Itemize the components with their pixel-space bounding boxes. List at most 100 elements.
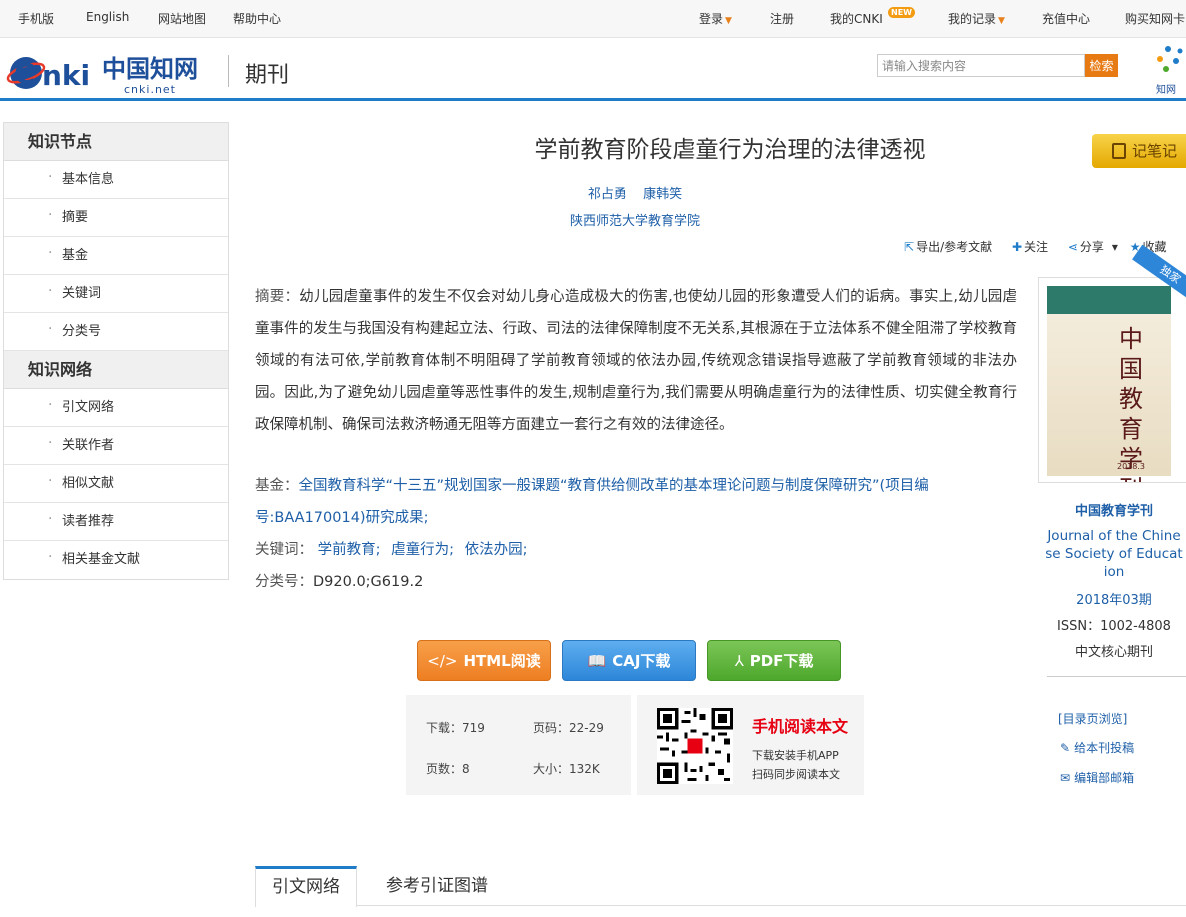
sidebar-item-reader-recommend[interactable]: 读者推荐	[4, 500, 228, 541]
keyword-link[interactable]: 依法办园;	[465, 542, 528, 558]
journal-issue[interactable]: 2018年03期	[1044, 589, 1184, 608]
toc-browse-link[interactable]: [目录页浏览]	[1058, 710, 1127, 727]
app-logo-text: 知网	[1156, 83, 1176, 96]
stat-page-range: 页码：22-29	[533, 721, 604, 735]
submit-manuscript-link[interactable]: ✎ 给本刊投稿	[1060, 739, 1134, 756]
login-label: 登录	[699, 12, 724, 26]
tab-bar: 引文网络 参考引证图谱	[255, 866, 1186, 907]
tab-reference-graph[interactable]: 参考引证图谱	[370, 866, 504, 906]
pdf-icon: ⅄	[734, 652, 744, 670]
fund-block: 基金：全国教育科学“十三五”规划国家一般课题“教育供给侧改革的基本理论问题与制度…	[255, 470, 1017, 534]
keyword-link[interactable]: 学前教育;	[318, 542, 381, 558]
mobile-read-line2: 扫码同步阅读本文	[752, 768, 840, 781]
pen-icon: ✎	[1060, 741, 1071, 755]
mobile-read-panel: 手机阅读本文 下载安装手机APP 扫码同步阅读本文	[637, 695, 864, 795]
sidebar-item-citation-network[interactable]: 引文网络	[4, 386, 228, 427]
abstract-text: 幼儿园虐童事件的发生不仅会对幼儿身心造成极大的伤害,也使幼儿园的形象遭受人们的诟…	[255, 289, 1018, 433]
stat-downloads: 下载：719	[426, 721, 485, 735]
register-link[interactable]: 注册	[770, 10, 794, 27]
journal-divider	[1047, 676, 1186, 677]
search-input[interactable]	[877, 54, 1085, 77]
journal-name-en[interactable]: Journal of the Chinese Society of Educat…	[1044, 527, 1184, 581]
mobile-read-title: 手机阅读本文	[752, 717, 849, 736]
cover-image: 中国教育学刊 2018.3	[1047, 286, 1171, 482]
fund-label: 基金：	[255, 478, 299, 494]
my-records-menu[interactable]: 我的记录 ▼	[948, 10, 1005, 27]
abstract-label: 摘要：	[255, 289, 300, 305]
header-divider	[228, 55, 229, 87]
follow-button[interactable]: ✚ 关注	[1012, 240, 1056, 254]
top-bar: 手机版 English 网站地图 帮助中心 登录 ▼ 注册 我的CNKI NEW …	[0, 0, 1186, 38]
mobile-read-line1: 下载安装手机APP	[752, 749, 839, 762]
sidebar-group-knowledge-network: 知识网络	[4, 351, 228, 389]
author-link[interactable]: 康韩笑	[643, 187, 682, 202]
help-center-link[interactable]: 帮助中心	[233, 10, 281, 27]
sidebar-item-basic-info[interactable]: 基本信息	[4, 158, 228, 199]
stat-file-size: 大小：132K	[533, 762, 600, 776]
sidebar-item-related-authors[interactable]: 关联作者	[4, 424, 228, 465]
site-header: C nki 中国知网 cnki.net 期刊 检索 知网	[0, 39, 1186, 101]
stat-page-count: 页数：8	[426, 762, 470, 776]
plus-icon: ✚	[1011, 240, 1022, 254]
my-cnki-link[interactable]: 我的CNKI	[830, 10, 883, 27]
download-stats: 下载：719 页码：22-29 页数：8 大小：132K	[406, 695, 631, 795]
article-title: 学前教育阶段虐童行为治理的法律透视	[534, 137, 926, 163]
my-records-label: 我的记录	[948, 12, 997, 26]
editor-email-link[interactable]: ✉ 编辑部邮箱	[1060, 769, 1134, 786]
svg-text:C: C	[14, 57, 35, 90]
export-button[interactable]: ⇱ 导出/参考文献	[904, 240, 1000, 254]
sidebar-item-keywords[interactable]: 关键词	[4, 272, 228, 313]
html-read-button[interactable]: </> HTML阅读	[417, 640, 551, 681]
caj-download-label: CAJ下载	[612, 652, 671, 670]
email-label: 编辑部邮箱	[1074, 771, 1135, 785]
buy-card-link[interactable]: 购买知网卡	[1125, 10, 1185, 27]
journal-name-cn[interactable]: 中国教育学刊	[1044, 500, 1184, 519]
logo-letters: nki	[42, 59, 90, 92]
section-title: 期刊	[245, 63, 290, 88]
cnki-logo[interactable]: C nki 中国知网 cnki.net	[6, 47, 214, 95]
search-button[interactable]: 检索	[1085, 54, 1118, 77]
sidebar-item-classification[interactable]: 分类号	[4, 310, 228, 351]
mobile-version-link[interactable]: 手机版	[18, 10, 54, 27]
english-link[interactable]: English	[86, 10, 129, 24]
sidebar-item-fund[interactable]: 基金	[4, 234, 228, 275]
html-read-label: HTML阅读	[463, 652, 541, 670]
sitemap-link[interactable]: 网站地图	[158, 10, 206, 27]
journal-cover[interactable]: 中国教育学刊 2018.3	[1038, 277, 1186, 483]
export-label: 导出/参考文献	[916, 240, 993, 254]
logo-domain: cnki.net	[124, 83, 176, 95]
journal-core-label: 中文核心期刊	[1074, 645, 1153, 660]
book-icon: 📖	[587, 652, 607, 670]
logo-chinese: 中国知网	[102, 54, 198, 83]
cover-title: 中国教育学刊	[1119, 325, 1143, 482]
author-link[interactable]: 祁占勇	[588, 187, 627, 202]
author-list: 祁占勇 康韩笑	[255, 183, 1015, 202]
cover-band	[1047, 286, 1171, 314]
keyword-link[interactable]: 虐童行为;	[391, 542, 454, 558]
follow-label: 关注	[1024, 240, 1049, 254]
new-badge: NEW	[888, 7, 915, 18]
sidebar-item-abstract[interactable]: 摘要	[4, 196, 228, 237]
pdf-download-button[interactable]: ⅄ PDF下载	[707, 640, 841, 681]
classification-value: D920.0;G619.2	[313, 574, 424, 590]
sidebar: 知识节点 基本信息 摘要 基金 关键词 分类号 知识网络 引文网络 关联作者 相…	[3, 122, 229, 580]
keywords-block: 关键词： 学前教育; 虐童行为; 依法办园;	[255, 534, 534, 566]
caj-download-button[interactable]: 📖 CAJ下载	[562, 640, 696, 681]
share-button[interactable]: ⋖ 分享 ▾	[1068, 240, 1118, 254]
classification-block: 分类号：D920.0;G619.2	[255, 566, 423, 598]
take-notes-label: 记笔记	[1132, 142, 1178, 160]
affiliation-link[interactable]: 陕西师范大学教育学院	[255, 210, 1015, 229]
classification-label: 分类号：	[255, 574, 313, 590]
chevron-down-icon: ▼	[998, 16, 1005, 26]
take-notes-button[interactable]: 记笔记	[1092, 134, 1186, 168]
recharge-link[interactable]: 充值中心	[1042, 10, 1090, 27]
fund-link[interactable]: 全国教育科学“十三五”规划国家一般课题“教育供给侧改革的基本理论问题与制度保障研…	[255, 478, 929, 526]
sidebar-item-similar-docs[interactable]: 相似文献	[4, 462, 228, 503]
login-menu[interactable]: 登录 ▼	[699, 10, 732, 27]
app-logo[interactable]: 知网	[1150, 39, 1186, 99]
export-icon: ⇱	[904, 240, 915, 254]
notebook-icon	[1112, 143, 1126, 159]
sidebar-item-related-fund-docs[interactable]: 相关基金文献	[4, 538, 228, 579]
tab-citation-network[interactable]: 引文网络	[255, 866, 357, 907]
keywords-label: 关键词：	[255, 542, 313, 558]
